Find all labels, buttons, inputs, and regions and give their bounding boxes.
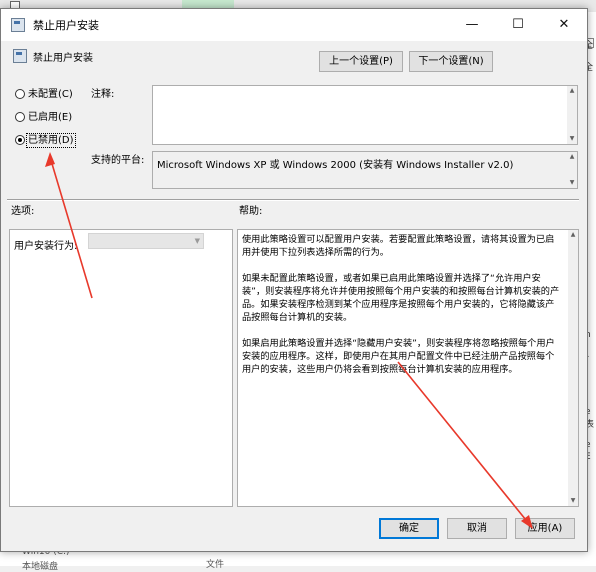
help-text: 使用此策略设置可以配置用户安装。若要配置此策略设置，请将其设置为已启用并使用下拉… <box>242 233 560 389</box>
scroll-up-icon[interactable]: ▲ <box>567 86 577 96</box>
help-paragraph: 如果启用此策略设置并选择“隐藏用户安装”，则安装程序将忽略按照每个用户安装的应用… <box>242 338 555 375</box>
user-install-behavior-dropdown[interactable]: ▼ <box>88 233 204 249</box>
chevron-down-icon: ▼ <box>194 237 200 245</box>
help-paragraph: 如果未配置此策略设置，或者如果已启用此策略设置并选择了“允许用户安装”，则安装程… <box>242 273 560 323</box>
scroll-down-icon[interactable]: ▼ <box>567 178 577 188</box>
radio-indicator[interactable] <box>15 89 25 99</box>
next-setting-button[interactable]: 下一个设置(N) <box>409 51 493 72</box>
supported-on-field: Microsoft Windows XP 或 Windows 2000 (安装有… <box>152 151 578 189</box>
radio-indicator-selected[interactable] <box>15 135 25 145</box>
apply-button[interactable]: 应用(A) <box>515 518 575 539</box>
user-install-behavior-label: 用户安装行为: <box>14 241 78 252</box>
help-paragraph: 使用此策略设置可以配置用户安装。若要配置此策略设置，请将其设置为已启用并使用下拉… <box>242 234 555 258</box>
supported-on-value: Microsoft Windows XP 或 Windows 2000 (安装有… <box>157 160 514 171</box>
scroll-up-icon[interactable]: ▲ <box>567 152 577 162</box>
radio-disabled[interactable]: 已禁用(D) <box>15 133 76 148</box>
help-panel: 使用此策略设置可以配置用户安装。若要配置此策略设置，请将其设置为已启用并使用下拉… <box>237 229 579 507</box>
previous-setting-button[interactable]: 上一个设置(P) <box>319 51 403 72</box>
comment-label: 注释: <box>91 89 115 100</box>
help-label: 帮助: <box>239 206 263 217</box>
policy-icon <box>11 18 25 32</box>
radio-label: 未配置(C) <box>28 89 73 100</box>
policy-title: 禁止用户安装 <box>33 53 93 64</box>
title-bar[interactable]: 禁止用户安装 — ☐ ✕ <box>1 9 587 41</box>
radio-not-configured[interactable]: 未配置(C) <box>15 88 73 102</box>
maximize-button[interactable]: ☐ <box>495 9 541 41</box>
divider <box>7 199 579 201</box>
options-panel: 用户安装行为: ▼ <box>9 229 233 507</box>
policy-dialog: 禁止用户安装 — ☐ ✕ 禁止用户安装 上一个设置(P) 下一个设置(N) 未配… <box>0 8 588 552</box>
close-button[interactable]: ✕ <box>541 9 587 41</box>
policy-setting-icon <box>13 49 27 63</box>
radio-label: 已启用(E) <box>28 112 73 123</box>
radio-label: 已禁用(D) <box>26 133 76 148</box>
supported-on-scrollbar[interactable]: ▲ ▼ <box>567 152 577 188</box>
minimize-button[interactable]: — <box>449 9 495 41</box>
radio-enabled[interactable]: 已启用(E) <box>15 111 72 125</box>
help-scrollbar[interactable]: ▲ ▼ <box>568 230 578 506</box>
window-title: 禁止用户安装 <box>33 19 99 32</box>
cancel-button[interactable]: 取消 <box>447 518 507 539</box>
scroll-up-icon[interactable]: ▲ <box>568 230 578 240</box>
file-label: 文件 <box>206 560 225 570</box>
comment-scrollbar[interactable]: ▲ ▼ <box>567 86 577 144</box>
radio-indicator[interactable] <box>15 112 25 122</box>
options-label: 选项: <box>11 206 35 217</box>
scroll-down-icon[interactable]: ▼ <box>567 134 577 144</box>
ok-button[interactable]: 确定 <box>379 518 439 539</box>
scroll-down-icon[interactable]: ▼ <box>568 496 578 506</box>
comment-textarea[interactable]: ▲ ▼ <box>152 85 578 145</box>
supported-on-label: 支持的平台: <box>91 155 145 166</box>
